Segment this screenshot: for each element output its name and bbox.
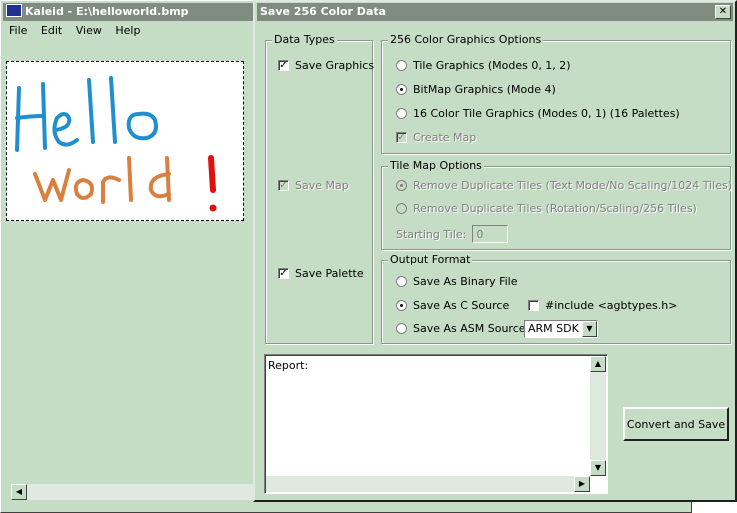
data-types-group: Data Types ✓ Save Graphics ✓ Save Map ✓ …: [265, 33, 374, 344]
save-palette-label: Save Palette: [295, 267, 364, 280]
starting-tile-input: 0: [472, 225, 509, 243]
hello-world-drawing: [15, 76, 217, 212]
app-icon: [6, 4, 22, 17]
menu-view[interactable]: View: [76, 24, 102, 37]
graphics-options-group: 256 Color Graphics Options Tile Graphics…: [381, 33, 731, 154]
asm-format-value: ARM SDK: [528, 322, 579, 335]
main-horizontal-scrollbar[interactable]: ◀: [11, 484, 256, 500]
tile-graphics-radio-circle[interactable]: [396, 60, 407, 71]
remove-dup-text-label: Remove Duplicate Tiles (Text Mode/No Sca…: [413, 179, 733, 192]
save-map-label: Save Map: [295, 179, 349, 192]
remove-dup-rot-label: Remove Duplicate Tiles (Rotation/Scaling…: [413, 202, 697, 215]
asm-format-select[interactable]: ARM SDK ▼: [524, 320, 598, 338]
save-graphics-checkbox[interactable]: ✓ Save Graphics: [278, 59, 374, 72]
include-agbtypes-check[interactable]: [528, 300, 539, 311]
main-window-title: Kaleid - E:\helloworld.bmp: [25, 5, 189, 18]
bitmap-graphics-radio[interactable]: BitMap Graphics (Mode 4): [396, 83, 556, 96]
output-format-legend: Output Format: [388, 253, 473, 266]
menu-bar: File Edit View Help: [3, 22, 144, 40]
tile16-graphics-label: 16 Color Tile Graphics (Modes 0, 1) (16 …: [413, 107, 680, 120]
menu-help[interactable]: Help: [115, 24, 140, 37]
save-asm-source-radio[interactable]: Save As ASM Source: [396, 322, 526, 335]
report-vertical-scrollbar[interactable]: ▲ ▼: [590, 356, 606, 476]
save-asm-source-radio-circle[interactable]: [396, 323, 407, 334]
report-box[interactable]: Report: ▲ ▼ ▶: [264, 354, 608, 494]
save-palette-checkbox[interactable]: ✓ Save Palette: [278, 267, 364, 280]
scroll-left-button[interactable]: ◀: [11, 484, 27, 500]
scroll-up-button[interactable]: ▲: [590, 356, 606, 372]
remove-dup-rot-radio-circle: [396, 203, 407, 214]
save-binary-radio-circle[interactable]: [396, 276, 407, 287]
save-graphics-label: Save Graphics: [295, 59, 375, 72]
save-dialog: Save 256 Color Data ✕ Data Types ✓ Save …: [253, 0, 737, 502]
tile-graphics-radio[interactable]: Tile Graphics (Modes 0, 1, 2): [396, 59, 571, 72]
tile-map-options-group: Tile Map Options Remove Duplicate Tiles …: [381, 159, 732, 250]
tile-graphics-label: Tile Graphics (Modes 0, 1, 2): [413, 59, 571, 72]
remove-dup-rot-radio: Remove Duplicate Tiles (Rotation/Scaling…: [396, 202, 697, 215]
save-palette-check[interactable]: ✓: [278, 268, 289, 279]
image-canvas[interactable]: [6, 61, 244, 221]
scroll-down-button[interactable]: ▼: [590, 460, 606, 476]
graphics-options-legend: 256 Color Graphics Options: [388, 33, 544, 46]
convert-and-save-label: Convert and Save: [626, 418, 726, 431]
save-graphics-check[interactable]: ✓: [278, 60, 289, 71]
tile16-graphics-radio-circle[interactable]: [396, 108, 407, 119]
report-horizontal-scrollbar[interactable]: ▶: [266, 476, 590, 492]
bitmap-graphics-label: BitMap Graphics (Mode 4): [413, 83, 556, 96]
close-icon: ✕: [718, 6, 728, 17]
save-map-check: ✓: [278, 180, 289, 191]
create-map-label: Create Map: [413, 131, 477, 144]
output-format-group: Output Format Save As Binary File Save A…: [381, 253, 731, 344]
tile16-graphics-radio[interactable]: 16 Color Tile Graphics (Modes 0, 1) (16 …: [396, 107, 680, 120]
scroll-right-button[interactable]: ▶: [574, 476, 590, 492]
data-types-legend: Data Types: [272, 33, 337, 46]
convert-and-save-button[interactable]: Convert and Save: [623, 407, 729, 441]
close-button[interactable]: ✕: [715, 5, 731, 19]
create-map-checkbox: ✓ Create Map: [396, 131, 476, 144]
save-c-source-radio[interactable]: Save As C Source: [396, 299, 509, 312]
starting-tile-label: Starting Tile:: [396, 227, 467, 241]
dialog-title-bar[interactable]: Save 256 Color Data: [257, 3, 733, 21]
save-map-checkbox: ✓ Save Map: [278, 179, 349, 192]
remove-dup-text-radio-circle: [396, 180, 407, 191]
save-c-source-label: Save As C Source: [413, 299, 510, 312]
bitmap-graphics-radio-circle[interactable]: [396, 84, 407, 95]
save-c-source-radio-circle[interactable]: [396, 300, 407, 311]
report-label: Report:: [268, 359, 309, 372]
remove-dup-text-radio: Remove Duplicate Tiles (Text Mode/No Sca…: [396, 179, 732, 192]
menu-edit[interactable]: Edit: [41, 24, 62, 37]
dropdown-arrow-icon[interactable]: ▼: [582, 321, 597, 337]
tile-map-options-legend: Tile Map Options: [388, 159, 484, 172]
save-asm-source-label: Save As ASM Source: [413, 322, 526, 335]
include-agbtypes-label: #include <agbtypes.h>: [545, 299, 678, 312]
create-map-check: ✓: [396, 132, 407, 143]
include-agbtypes-checkbox[interactable]: #include <agbtypes.h>: [528, 299, 677, 312]
starting-tile-row: Starting Tile: 0: [396, 225, 509, 243]
save-binary-label: Save As Binary File: [413, 275, 518, 288]
save-binary-radio[interactable]: Save As Binary File: [396, 275, 518, 288]
dialog-title: Save 256 Color Data: [260, 5, 387, 18]
menu-file[interactable]: File: [9, 24, 27, 37]
